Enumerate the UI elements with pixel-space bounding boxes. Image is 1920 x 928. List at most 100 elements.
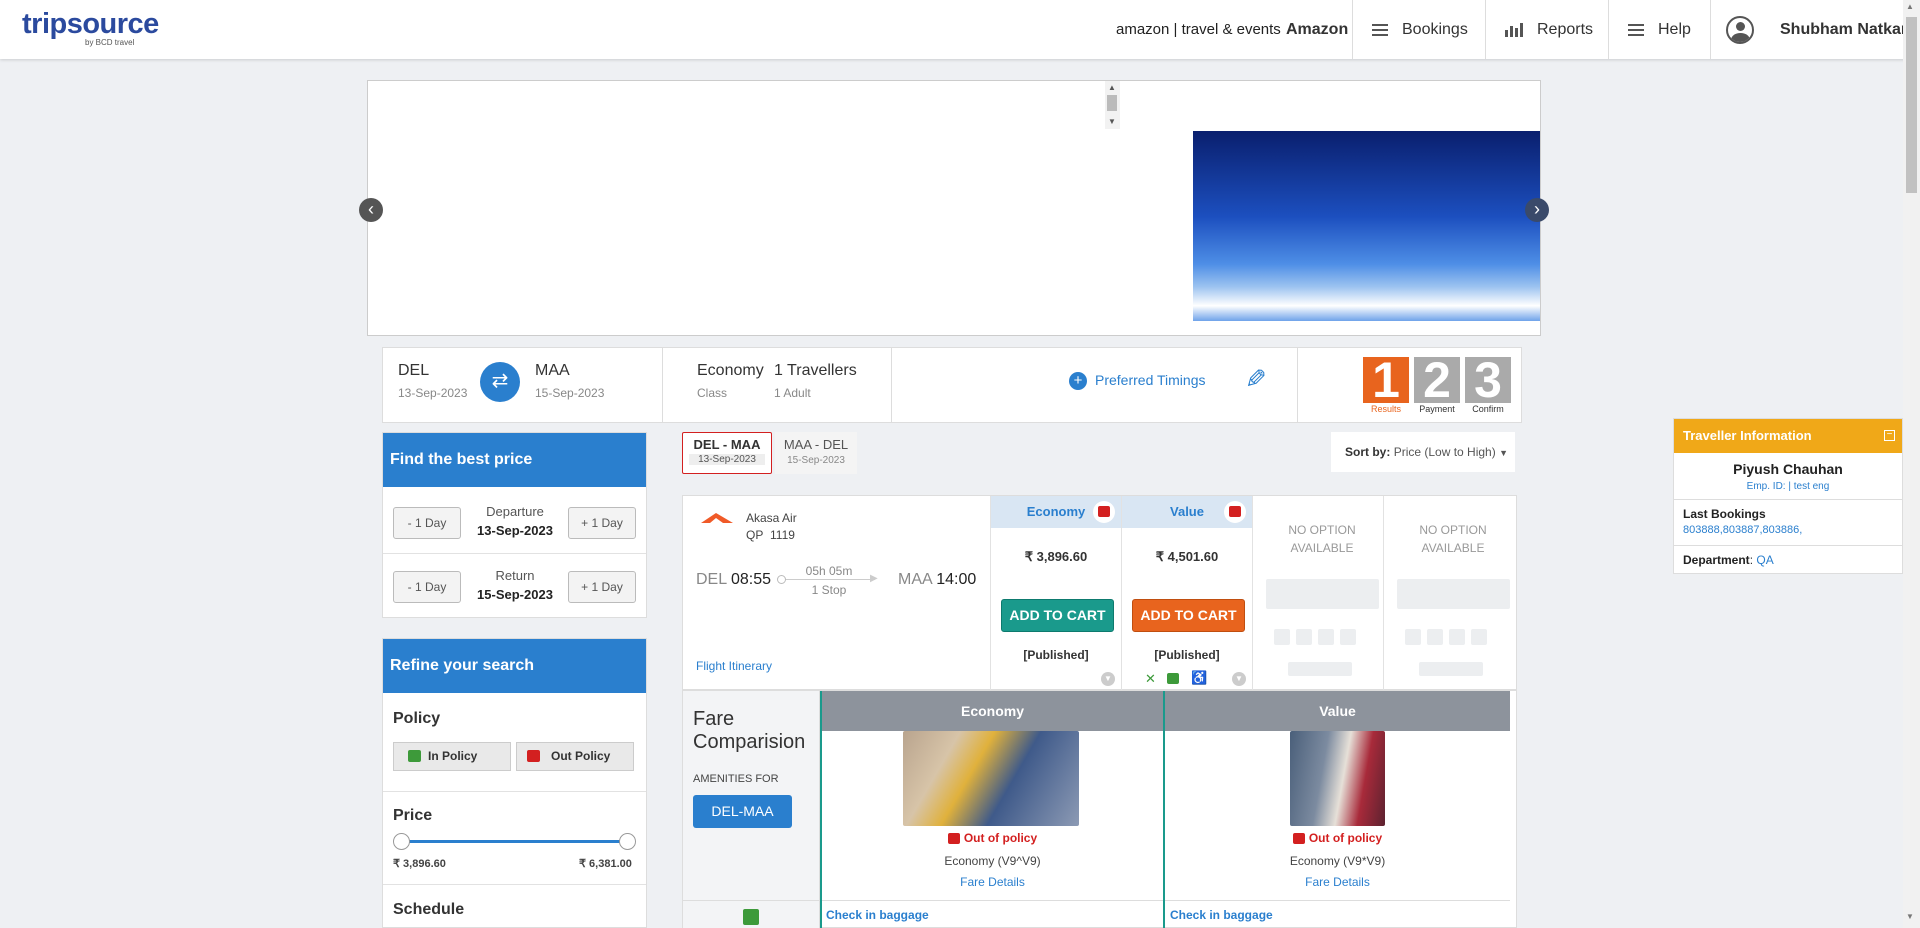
price-title: Price	[393, 807, 433, 824]
departure-plus-day-button[interactable]: + 1 Day	[568, 507, 636, 539]
destination-date: 15-Sep-2023	[535, 386, 605, 400]
return-minus-day-button[interactable]: - 1 Day	[393, 571, 461, 603]
user-avatar-icon	[1726, 15, 1754, 44]
edit-pencil-icon[interactable]: ✎	[1245, 364, 1267, 395]
value-cabin-photo	[1290, 731, 1385, 826]
route-amenities-button[interactable]: DEL-MAA	[693, 795, 792, 828]
step-3-label: Confirm	[1472, 404, 1504, 414]
last-bookings-links[interactable]: 803888,803887,803886,	[1683, 524, 1802, 536]
step-3-icon: 3	[1465, 357, 1511, 403]
economy-fare-type: [Published]	[1023, 648, 1089, 662]
price-max-value: ₹ 6,381.00	[579, 858, 632, 870]
tab-outbound[interactable]: DEL - MAA 13-Sep-2023	[682, 432, 772, 474]
value-checkin-baggage-label: Check in baggage	[1170, 908, 1273, 922]
economy-fare-header: Economy	[991, 496, 1121, 528]
economy-checkin-baggage-label: Check in baggage	[826, 908, 929, 922]
price-min-value: ₹ 3,896.60	[393, 858, 446, 870]
best-price-panel: Find the best price - 1 Day Departure 13…	[382, 432, 647, 618]
traveller-emp-id: Emp. ID: | test eng	[1746, 481, 1830, 492]
sort-label: Sort by:	[1345, 445, 1391, 459]
amenities-for-label: AMENITIES FOR	[693, 773, 779, 785]
economy-fare-details-link[interactable]: Fare Details	[822, 875, 1163, 889]
destination-code: MAA	[535, 362, 570, 379]
nav-help[interactable]: Help	[1628, 0, 1691, 59]
bar-chart-icon	[1505, 22, 1523, 37]
department-row: Department: QA	[1683, 553, 1774, 567]
thumbs-down-icon	[947, 833, 960, 845]
fare-comparison-panel: Fare Comparision AMENITIES FOR DEL-MAA Ec…	[682, 690, 1517, 928]
return-date: 15-Sep-2023	[477, 587, 553, 602]
swap-route-icon[interactable]: ⇄	[480, 362, 520, 402]
traveller-info-title: Traveller Information	[1674, 419, 1902, 453]
add-circle-icon[interactable]: +	[1069, 372, 1087, 390]
nav-bookings-label: Bookings	[1402, 20, 1468, 38]
value-fare-header: Value	[1122, 496, 1252, 528]
value-class-code: Economy (V9*V9)	[1289, 854, 1386, 868]
meal-icon: ✕	[1145, 671, 1156, 686]
out-policy-thumb-icon	[1093, 501, 1115, 523]
page-scrollbar[interactable]: ▲ ▼	[1903, 0, 1920, 928]
thumbs-down-icon	[527, 750, 540, 762]
departure-minus-day-button[interactable]: - 1 Day	[393, 507, 461, 539]
partner-brand: amazon | travel & events	[1116, 0, 1281, 59]
flight-itinerary-link[interactable]: Flight Itinerary	[696, 659, 772, 673]
value-fare-details-link[interactable]: Fare Details	[1165, 875, 1510, 889]
nav-reports-label: Reports	[1537, 20, 1594, 38]
tripsource-logo[interactable]: tripsource	[22, 8, 159, 41]
preferred-timings-link[interactable]: Preferred Timings	[1095, 372, 1205, 388]
chevron-down-icon[interactable]: ▼	[1101, 672, 1115, 686]
origin-code: DEL	[398, 362, 430, 379]
value-add-to-cart-button[interactable]: ADD TO CART	[1132, 599, 1245, 632]
menu-icon	[1372, 23, 1388, 36]
collapse-icon[interactable]: −	[1884, 430, 1895, 441]
travellers-detail: 1 Adult	[774, 386, 811, 400]
schedule-title: Schedule	[393, 901, 465, 918]
in-policy-label: In Policy	[428, 749, 478, 763]
economy-cabin-photo	[903, 731, 1079, 826]
return-label: Return	[495, 568, 535, 583]
banner-scrollbar[interactable]: ▲ ▼	[1105, 81, 1120, 129]
out-policy-filter[interactable]: Out Policy	[516, 742, 634, 771]
carousel-next-button[interactable]: ›	[1525, 198, 1549, 222]
best-price-title: Find the best price	[383, 433, 646, 487]
tab-return-date: 15-Sep-2023	[787, 455, 845, 466]
caret-down-icon: ▼	[1499, 448, 1508, 458]
airline-name: Akasa Air	[746, 511, 797, 525]
chevron-down-icon[interactable]: ▼	[1232, 672, 1246, 686]
economy-add-to-cart-button[interactable]: ADD TO CART	[1001, 599, 1114, 632]
no-option-available: NO OPTION AVAILABLE	[1419, 523, 1487, 555]
thumbs-up-icon	[408, 750, 421, 762]
fare-comparison-title: Fare Comparision	[693, 708, 806, 753]
in-policy-filter[interactable]: In Policy	[393, 742, 511, 771]
economy-class-code: Economy (V9^V9)	[944, 854, 1041, 868]
price-range-track	[401, 840, 629, 843]
price-max-handle[interactable]	[619, 833, 636, 850]
tab-outbound-route: DEL - MAA	[693, 437, 761, 452]
carousel-prev-button[interactable]: ‹	[359, 198, 383, 222]
departure-info: DEL 08:55	[696, 571, 772, 588]
flight-duration: 05h 05m	[805, 564, 853, 578]
duration-line	[779, 579, 875, 580]
bcd-logo-text: by BCD travel	[85, 38, 135, 47]
sort-dropdown[interactable]: Sort by: Price (Low to High) ▼	[1331, 432, 1515, 472]
cabin-class-label: Class	[697, 386, 728, 400]
tab-return[interactable]: MAA - DEL 15-Sep-2023	[775, 432, 857, 474]
nav-help-label: Help	[1658, 20, 1691, 38]
refine-search-title: Refine your search	[383, 639, 646, 693]
user-name: Shubham Natkar	[1780, 20, 1908, 38]
tab-return-route: MAA - DEL	[783, 437, 849, 452]
user-menu[interactable]: Shubham Natkar	[1726, 0, 1907, 59]
tab-outbound-date: 13-Sep-2023	[689, 454, 765, 465]
departure-label: Departure	[486, 504, 544, 519]
nav-reports[interactable]: Reports	[1505, 0, 1593, 59]
search-summary-bar[interactable]: DEL 13-Sep-2023 ⇄ MAA 15-Sep-2023 Econom…	[382, 347, 1522, 423]
return-plus-day-button[interactable]: + 1 Day	[568, 571, 636, 603]
thumbs-down-icon	[1292, 833, 1305, 845]
compare-value-header: Value	[1165, 691, 1510, 731]
step-1-label: Results	[1370, 404, 1401, 414]
nav-bookings[interactable]: Bookings	[1372, 0, 1468, 59]
scrollbar-thumb[interactable]	[1906, 17, 1917, 193]
travellers-count: 1 Travellers	[774, 362, 857, 379]
traveller-name: Piyush Chauhan	[1733, 461, 1843, 477]
price-min-handle[interactable]	[393, 833, 410, 850]
